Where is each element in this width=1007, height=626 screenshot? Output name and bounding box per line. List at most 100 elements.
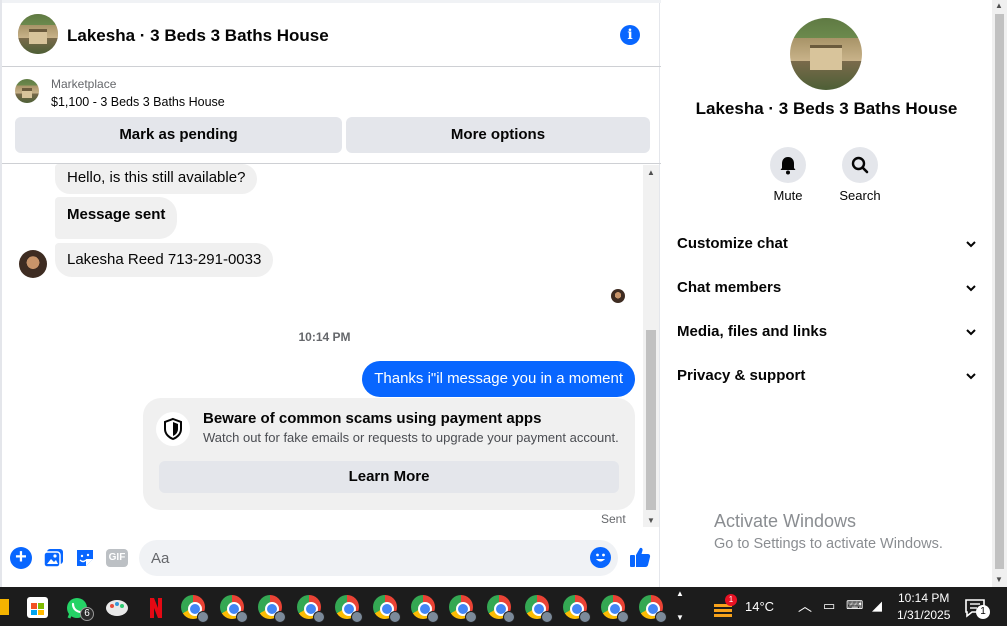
- keyboard-icon[interactable]: ⌨: [846, 598, 863, 612]
- menu-customize-chat[interactable]: Customize chat: [677, 235, 977, 257]
- chrome-icon[interactable]: [258, 595, 286, 623]
- chrome-icon[interactable]: [563, 595, 591, 623]
- composer: + GIF Aa: [2, 535, 662, 583]
- bell-icon: [780, 157, 796, 175]
- scam-warning-card: Beware of common scams using payment app…: [143, 398, 635, 510]
- scroll-up-icon[interactable]: ▲: [995, 1, 1003, 10]
- chat-panel: Lakesha · 3 Beds 3 Baths House i Marketp…: [0, 0, 662, 587]
- read-receipt-avatar: [611, 289, 625, 303]
- photo-icon[interactable]: [43, 547, 65, 569]
- message-input-placeholder: Aa: [151, 550, 170, 567]
- profile-title: Lakesha · 3 Beds 3 Baths House: [695, 99, 958, 118]
- message-timestamp: 10:14 PM: [298, 330, 351, 344]
- more-options-button[interactable]: More options: [346, 117, 650, 153]
- chevron-down-icon: [965, 369, 977, 386]
- shield-icon: [156, 412, 190, 446]
- search-icon: [851, 156, 869, 174]
- search-button[interactable]: [842, 147, 878, 183]
- mark-as-pending-button[interactable]: Mark as pending: [15, 117, 342, 153]
- watermark-title: Activate Windows: [714, 511, 857, 531]
- learn-more-button[interactable]: Learn More: [159, 461, 619, 493]
- chrome-icon[interactable]: [487, 595, 515, 623]
- wifi-icon[interactable]: ◢: [872, 598, 882, 614]
- marketplace-banner: Marketplace $1,100 - 3 Beds 3 Baths Hous…: [2, 68, 662, 164]
- listing-thumbnail[interactable]: [15, 79, 39, 103]
- screen: Lakesha · 3 Beds 3 Baths House i Marketp…: [0, 0, 1007, 626]
- taskbar-scroll-down-icon[interactable]: ▼: [676, 613, 684, 622]
- chevron-down-icon: [965, 325, 977, 342]
- chrome-icon[interactable]: [181, 595, 209, 623]
- temperature[interactable]: 14°C: [745, 599, 774, 614]
- chevron-down-icon: [965, 237, 977, 254]
- sender-avatar[interactable]: [19, 250, 47, 278]
- mute-label: Mute: [773, 188, 803, 203]
- whatsapp-badge: 6: [80, 607, 94, 621]
- file-explorer-icon[interactable]: [0, 599, 9, 615]
- chevron-down-icon: [965, 281, 977, 298]
- chat-info-panel: Lakesha · 3 Beds 3 Baths House Mute Sear…: [661, 0, 992, 587]
- clock-time[interactable]: 10:14 PM: [898, 591, 949, 605]
- search-label: Search: [839, 188, 881, 203]
- chrome-icon[interactable]: [525, 595, 553, 623]
- menu-label: Chat members: [677, 279, 782, 296]
- chevron-up-icon[interactable]: ︿: [798, 596, 812, 616]
- chrome-icon[interactable]: [449, 595, 477, 623]
- chrome-icon[interactable]: [297, 595, 325, 623]
- chrome-icon[interactable]: [335, 595, 363, 623]
- whatsapp-icon[interactable]: 6: [64, 596, 94, 621]
- info-icon[interactable]: i: [620, 25, 640, 45]
- store-icon[interactable]: [27, 597, 48, 618]
- menu-chat-members[interactable]: Chat members: [677, 279, 977, 301]
- scam-warning-title: Beware of common scams using payment app…: [203, 410, 542, 427]
- scroll-down-icon[interactable]: ▼: [995, 575, 1003, 584]
- scrollbar-thumb[interactable]: [995, 14, 1004, 569]
- clock-date[interactable]: 1/31/2025: [897, 608, 950, 622]
- weather-badge: 1: [725, 594, 737, 606]
- outgoing-message-bubble[interactable]: Thanks i"il message you in a moment: [362, 361, 635, 397]
- watermark-subtitle: Go to Settings to activate Windows.: [714, 536, 943, 552]
- chrome-icon[interactable]: [601, 595, 629, 623]
- gif-icon[interactable]: GIF: [106, 549, 128, 567]
- thumbs-up-icon[interactable]: [628, 545, 652, 569]
- message-bubble[interactable]: Message sent: [55, 197, 178, 239]
- marketplace-label: Marketplace: [51, 77, 117, 91]
- page-scrollbar[interactable]: ▲ ▼: [992, 0, 1007, 587]
- message-bubble[interactable]: Hello, is this still available?: [55, 164, 258, 194]
- profile-avatar[interactable]: [790, 18, 862, 90]
- scroll-down-icon[interactable]: ▼: [647, 516, 655, 525]
- meet-icon[interactable]: ▭: [823, 598, 835, 614]
- menu-privacy-support[interactable]: Privacy & support: [677, 367, 977, 389]
- plus-icon[interactable]: +: [10, 547, 32, 569]
- chat-title[interactable]: Lakesha · 3 Beds 3 Baths House: [67, 26, 329, 46]
- avatar[interactable]: [18, 14, 58, 54]
- sticker-icon[interactable]: [74, 547, 96, 569]
- notification-icon[interactable]: 1: [964, 598, 990, 619]
- menu-label: Media, files and links: [677, 323, 828, 340]
- netflix-icon[interactable]: [146, 596, 170, 620]
- scroll-up-icon[interactable]: ▲: [647, 168, 655, 177]
- weather-icon[interactable]: 1: [712, 594, 737, 618]
- chat-scrollbar[interactable]: ▲ ▼: [643, 165, 659, 527]
- mute-button[interactable]: [770, 147, 806, 183]
- taskbar: 6 ▲ ▼ 1 14°C ︿ ▭ ⌨ ◢ 10:14 PM 1/31/2025 …: [0, 587, 1007, 626]
- chrome-icon[interactable]: [373, 595, 401, 623]
- menu-label: Privacy & support: [677, 367, 806, 384]
- scam-warning-text: Watch out for fake emails or requests to…: [203, 430, 619, 445]
- chrome-icon[interactable]: [411, 595, 439, 623]
- notification-badge: 1: [976, 605, 990, 619]
- scrollbar-thumb[interactable]: [646, 330, 656, 510]
- menu-label: Customize chat: [677, 235, 788, 252]
- chrome-icon[interactable]: [220, 595, 248, 623]
- paint-icon[interactable]: [104, 596, 128, 620]
- message-bubble[interactable]: Lakesha Reed 713-291-0033: [55, 243, 274, 277]
- taskbar-scroll-up-icon[interactable]: ▲: [676, 589, 684, 598]
- activate-windows-watermark: Activate Windows Go to Settings to activ…: [714, 511, 943, 552]
- message-list: Hello, is this still available? Message …: [2, 164, 662, 530]
- listing-title[interactable]: $1,100 - 3 Beds 3 Baths House: [51, 95, 225, 109]
- emoji-icon[interactable]: [590, 547, 611, 568]
- chat-header: Lakesha · 3 Beds 3 Baths House i: [2, 3, 662, 67]
- chrome-icon[interactable]: [639, 595, 667, 623]
- sent-status: Sent: [601, 512, 626, 526]
- message-input[interactable]: Aa: [139, 540, 618, 576]
- menu-media-files-links[interactable]: Media, files and links: [677, 323, 977, 345]
